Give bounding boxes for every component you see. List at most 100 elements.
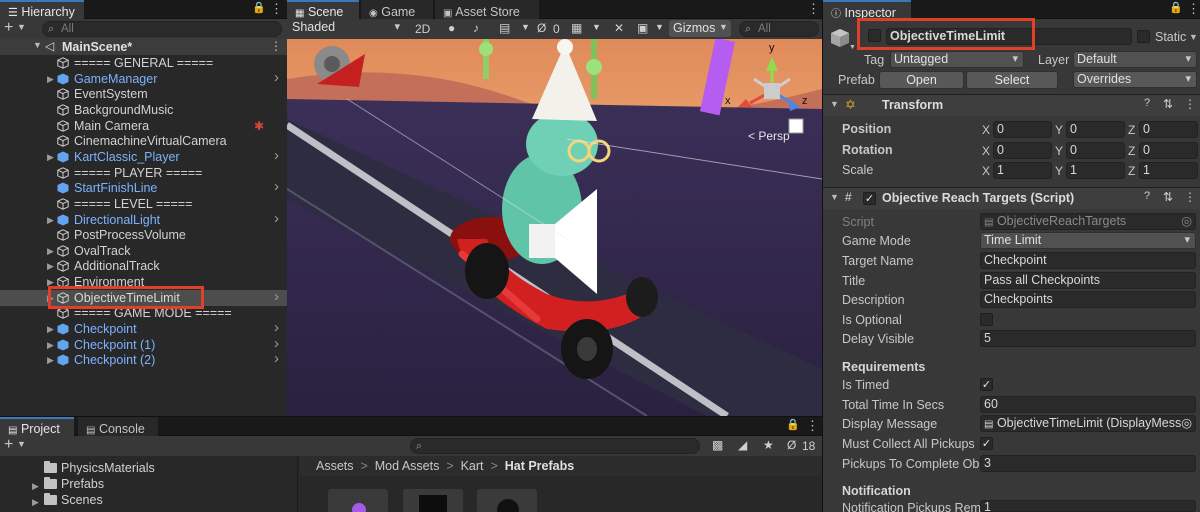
tab-project[interactable]: ▤ Project (0, 417, 74, 436)
prefab-select-button[interactable]: Select (966, 71, 1058, 89)
hierarchy-item[interactable]: ▶ OvalTrack (0, 243, 287, 259)
tree-item[interactable]: Prefabs (44, 477, 104, 491)
fold-arrow-icon[interactable]: ▼ (830, 99, 839, 109)
effects-dropdown-icon[interactable]: ▼ (521, 22, 530, 32)
target-name-field[interactable]: Checkpoint (980, 252, 1196, 269)
add-plus-icon[interactable]: + (4, 436, 13, 454)
fold-arrow-icon[interactable]: ▼ (33, 40, 42, 50)
projection-label[interactable]: < Persp (748, 129, 790, 143)
notification-pickups-field[interactable]: 1 (980, 500, 1196, 512)
filter-type-icon[interactable]: ▩ (712, 438, 723, 452)
open-prefab-chevron-icon[interactable]: › (274, 320, 279, 336)
hierarchy-item[interactable]: BackgroundMusic (0, 102, 287, 118)
title-field[interactable]: Pass all Checkpoints (980, 272, 1196, 289)
transform-y-field[interactable]: 1 (1066, 162, 1125, 179)
hierarchy-item[interactable]: ▶ Checkpoint › (0, 320, 287, 337)
tree-item[interactable]: PhysicsMaterials (44, 461, 155, 475)
script-component-header[interactable]: ▼ # ✓ Objective Reach Targets (Script) ?… (823, 187, 1200, 209)
lock-icon[interactable]: 🔒 (786, 418, 800, 431)
add-dropdown-icon[interactable]: ▼ (17, 439, 26, 449)
tab-hierarchy[interactable]: ☰ Hierarchy (0, 0, 84, 19)
total-time-field[interactable]: 60 (980, 396, 1196, 413)
transform-z-field[interactable]: 0 (1139, 142, 1198, 159)
fold-arrow-icon[interactable]: ▶ (47, 212, 54, 228)
description-field[interactable]: Checkpoints (980, 291, 1196, 308)
is-optional-checkbox[interactable] (980, 313, 993, 326)
object-picker-icon[interactable]: ◎ (1181, 416, 1192, 431)
fold-arrow-icon[interactable]: ▼ (830, 192, 839, 202)
add-plus-icon[interactable]: + (4, 19, 13, 37)
project-search-input[interactable] (410, 438, 700, 454)
transform-x-field[interactable]: 0 (993, 142, 1052, 159)
scene-root-row[interactable]: ▼ ◁ MainScene* ⋮ (0, 39, 287, 55)
is-timed-checkbox[interactable]: ✓ (980, 378, 993, 391)
tab-scene[interactable]: ▦ Scene (287, 0, 359, 19)
audio-speaker-icon[interactable]: ♪ (473, 21, 479, 35)
fold-arrow-icon[interactable]: ▶ (47, 243, 54, 259)
hierarchy-item[interactable]: ▶ DirectionalLight › (0, 211, 287, 228)
asset-thumbnail[interactable] (403, 489, 463, 512)
add-dropdown-icon[interactable]: ▼ (17, 22, 26, 32)
more-menu-icon[interactable]: ⋮ (806, 418, 819, 434)
presets-icon[interactable]: ⇅ (1163, 190, 1173, 204)
fold-arrow-icon[interactable]: ▶ (47, 258, 54, 274)
hierarchy-item[interactable]: ===== PLAYER ===== (0, 165, 287, 181)
hierarchy-item[interactable]: EventSystem (0, 86, 287, 102)
hierarchy-item[interactable]: CinemachineVirtualCamera (0, 133, 287, 149)
hierarchy-item[interactable]: ▶ AdditionalTrack (0, 258, 287, 274)
hierarchy-item[interactable]: ▶ KartClassic_Player › (0, 148, 287, 165)
open-prefab-chevron-icon[interactable]: › (274, 70, 279, 86)
breadcrumb-item[interactable]: Mod Assets (375, 459, 440, 473)
static-checkbox[interactable] (1137, 30, 1150, 43)
hierarchy-item[interactable]: PostProcessVolume (0, 227, 287, 243)
hierarchy-item[interactable]: Main Camera ✱ (0, 118, 287, 134)
breadcrumb-item-current[interactable]: Hat Prefabs (505, 459, 574, 473)
tab-game[interactable]: ◉ Game (361, 0, 433, 19)
shading-mode-dropdown[interactable]: Shaded (289, 20, 405, 37)
favorite-star-icon[interactable]: ★ (763, 438, 774, 452)
hierarchy-item[interactable]: ▶ Checkpoint (2) › (0, 351, 287, 368)
scene-search-input[interactable]: All (739, 21, 819, 37)
transform-y-field[interactable]: 0 (1066, 121, 1125, 138)
component-enabled-checkbox[interactable]: ✓ (863, 192, 876, 205)
tree-item[interactable]: Scenes (44, 493, 103, 507)
prefab-open-button[interactable]: Open (879, 71, 964, 89)
tab-inspector[interactable]: ⓘ Inspector (823, 0, 911, 20)
grid-dropdown-icon[interactable]: ▼ (592, 22, 601, 32)
open-prefab-chevron-icon[interactable]: › (274, 179, 279, 195)
help-icon[interactable]: ? (1144, 190, 1150, 202)
more-menu-icon[interactable]: ⋮ (807, 1, 820, 17)
gameobject-icon-dropdown-icon[interactable]: ▼ (849, 44, 856, 51)
more-menu-icon[interactable]: ⋮ (270, 1, 283, 17)
hierarchy-item[interactable]: ▶ GameManager › (0, 70, 287, 87)
grid-toggle-icon[interactable]: ▦ (571, 21, 582, 35)
prefab-overrides-dropdown[interactable]: Overrides (1073, 71, 1197, 88)
transform-x-field[interactable]: 0 (993, 121, 1052, 138)
open-prefab-chevron-icon[interactable]: › (274, 211, 279, 227)
tab-asset-store[interactable]: ▣ Asset Store (435, 0, 539, 19)
open-prefab-chevron-icon[interactable]: › (274, 148, 279, 164)
hierarchy-item[interactable]: ===== GENERAL ===== (0, 55, 287, 71)
static-dropdown-icon[interactable]: ▼ (1189, 32, 1198, 42)
effects-icon[interactable]: ▤ (499, 21, 510, 35)
fold-arrow-icon[interactable]: ▶ (47, 321, 54, 337)
breadcrumb-item[interactable]: Kart (461, 459, 484, 473)
object-picker-icon[interactable]: ◎ (1181, 214, 1192, 229)
transform-header[interactable]: ▼ ✡ Transform ? ⇅ ⋮ (823, 94, 1200, 116)
asset-thumbnail[interactable] (328, 489, 388, 512)
transform-z-field[interactable]: 1 (1139, 162, 1198, 179)
camera-dropdown-icon[interactable]: ▼ (655, 22, 664, 32)
help-icon[interactable]: ? (1144, 97, 1150, 109)
game-mode-dropdown[interactable]: Time Limit (980, 232, 1196, 249)
transform-z-field[interactable]: 0 (1139, 121, 1198, 138)
layer-dropdown[interactable]: Default (1073, 51, 1197, 68)
breadcrumb-item[interactable]: Assets (316, 459, 354, 473)
transform-x-field[interactable]: 1 (993, 162, 1052, 179)
hierarchy-item[interactable]: ===== LEVEL ===== (0, 196, 287, 212)
lighting-bulb-icon[interactable]: ● (448, 21, 455, 35)
fold-arrow-icon[interactable]: ▶ (47, 149, 54, 165)
lock-icon[interactable]: 🔒 (252, 1, 266, 14)
lock-icon[interactable]: 🔒 (1169, 1, 1183, 14)
component-menu-icon[interactable]: ⋮ (1184, 190, 1196, 204)
hidden-packages-eye-icon[interactable]: Ø (787, 438, 796, 452)
